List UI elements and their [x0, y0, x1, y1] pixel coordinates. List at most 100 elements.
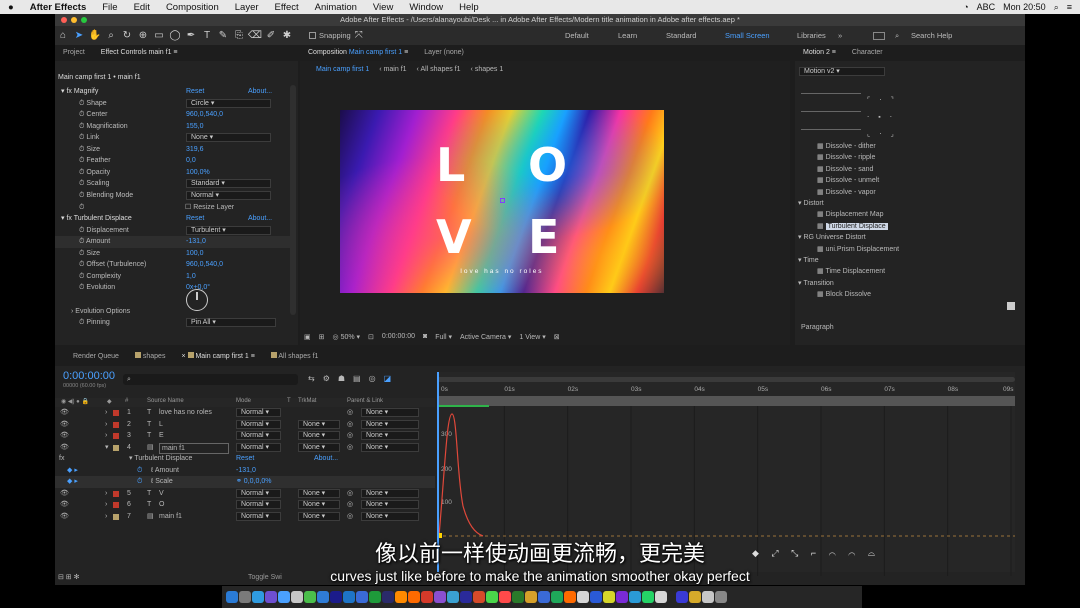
tab-render-queue[interactable]: Render Queue	[55, 349, 127, 365]
graph-editor-icon[interactable]: ◪	[384, 374, 392, 383]
dock-app-icon[interactable]	[525, 591, 537, 603]
layer-row[interactable]: 👁 › 5 T V Normal ▾ None ▾ ◎ None ▾	[55, 488, 435, 500]
minimize-button[interactable]	[71, 17, 77, 23]
workspace-learn[interactable]: Learn	[618, 31, 637, 40]
keyframe-nav-icon[interactable]: ◆ ▸	[67, 476, 78, 488]
parent-dropdown[interactable]: None ▾	[361, 408, 419, 417]
evolution-dial[interactable]	[186, 289, 208, 311]
dock-app-icon[interactable]	[689, 591, 701, 603]
breadcrumb-item[interactable]: ‹ shapes 1	[471, 66, 504, 73]
property-value[interactable]: ☐ Resize Layer	[185, 202, 234, 214]
effect-property-row[interactable]: ⏱ Center 960,0,540,0	[55, 109, 293, 121]
parent-dropdown[interactable]: None ▾	[361, 419, 419, 429]
effect-property-row[interactable]: ◆ ▸ ⏱ ℓ Scale ⚭ 0,0,0,0%	[55, 476, 435, 488]
breadcrumb-item[interactable]: ‹ main f1	[379, 66, 406, 73]
visibility-eye-icon[interactable]: 👁	[60, 430, 69, 442]
parent-dropdown[interactable]: None ▾	[361, 511, 419, 521]
paragraph-tab[interactable]: Paragraph	[801, 324, 834, 331]
property-value[interactable]: 0,0	[186, 155, 196, 167]
dock-app-icon[interactable]	[577, 591, 589, 603]
slider[interactable]	[801, 93, 861, 94]
layer-twirl-icon[interactable]: ›	[105, 430, 107, 442]
blend-mode-dropdown[interactable]: Normal ▾	[236, 500, 281, 510]
blend-mode-dropdown[interactable]: Normal ▾	[236, 442, 281, 452]
effect-property-row[interactable]: ⏱ Pinning Pin All ▾	[55, 317, 293, 329]
effect-property-row[interactable]: ⏱ Size 100,0	[55, 248, 293, 260]
app-name-menu[interactable]: After Effects	[22, 2, 95, 13]
layer-row[interactable]: 👁 ▾ 4 ▤ main f1 Normal ▾ None ▾ ◎ None ▾	[55, 442, 435, 454]
layer-name[interactable]: E	[159, 430, 164, 442]
effect-property-row[interactable]: ⏱ Magnification 155,0	[55, 121, 293, 133]
effect-group-row[interactable]: ▾ fx Turbulent Displace Reset About...	[55, 213, 293, 225]
dock-app-icon[interactable]	[551, 591, 563, 603]
property-dropdown[interactable]: Turbulent ▾	[186, 225, 271, 235]
view-layout-select[interactable]: 1 View ▾	[519, 333, 545, 341]
about-link[interactable]: About...	[248, 213, 272, 225]
comp-flowchart-icon[interactable]: ⇆	[308, 374, 315, 383]
layer-name[interactable]: main f1	[159, 442, 229, 454]
effect-property-row[interactable]: ⏱ Shape Circle ▾	[55, 98, 293, 110]
parent-dropdown[interactable]: None ▾	[361, 500, 419, 510]
snapping-checkbox[interactable]	[309, 32, 316, 39]
tab-layer[interactable]: Layer (none)	[416, 45, 472, 61]
dock-app-icon[interactable]	[655, 591, 667, 603]
menu-composition[interactable]: Composition	[158, 2, 227, 13]
dock-app-icon[interactable]	[447, 591, 459, 603]
apple-icon[interactable]: ●	[0, 2, 22, 13]
effect-property-row[interactable]: ◆ ▸ ⏱ ℓ Amount -131,0	[55, 465, 435, 477]
dock-app-icon[interactable]	[473, 591, 485, 603]
visibility-eye-icon[interactable]: 👁	[60, 419, 69, 431]
label-color-swatch[interactable]	[113, 444, 119, 451]
effect-property-row[interactable]: ⏱ Scaling Standard ▾	[55, 178, 293, 190]
effect-reset-link[interactable]: Reset	[236, 453, 254, 465]
parent-dropdown[interactable]: None ▾	[361, 431, 419, 441]
dock-app-icon[interactable]	[278, 591, 290, 603]
label-color-swatch[interactable]	[113, 410, 119, 416]
zoom-tool-icon[interactable]: ⌕	[103, 28, 119, 44]
stopwatch-icon[interactable]: ⏱	[137, 476, 142, 488]
dock-app-icon[interactable]	[499, 591, 511, 603]
property-value[interactable]: Reset	[186, 86, 204, 98]
input-source[interactable]: ABC	[977, 2, 996, 12]
effect-property-row[interactable]: ⏱ Size 319,6	[55, 144, 293, 156]
parent-pickwhip-icon[interactable]: ◎	[347, 442, 353, 454]
dock-app-icon[interactable]	[702, 591, 714, 603]
effect-property-row[interactable]: ⏱ Evolution 0x+0,0°	[55, 282, 293, 294]
property-value[interactable]: Reset	[186, 213, 204, 225]
workspace-libraries[interactable]: Libraries	[797, 31, 826, 40]
dock-app-icon[interactable]	[343, 591, 355, 603]
visibility-eye-icon[interactable]: 👁	[60, 442, 69, 454]
layer-row[interactable]: 👁 › 1 Tlove has no roles Normal ▾ ◎ None ▾	[55, 407, 435, 419]
clock[interactable]: Mon 20:50	[1003, 2, 1046, 12]
dock-app-icon[interactable]	[304, 591, 316, 603]
dock-app-icon[interactable]	[382, 591, 394, 603]
track-matte-dropdown[interactable]: None ▾	[298, 419, 340, 429]
property-value[interactable]: -131,0	[186, 236, 206, 248]
window-menu-icon[interactable]	[873, 31, 885, 40]
track-matte-dropdown[interactable]: None ▾	[298, 431, 340, 441]
label-color-swatch[interactable]	[113, 502, 119, 509]
preset-select[interactable]: Motion v2 ▾	[799, 67, 885, 76]
fx-icon[interactable]: fx	[59, 453, 64, 465]
snap-options-icon[interactable]: ⤧	[351, 28, 367, 44]
effect-property-row[interactable]: ⏱ ☐ Resize Layer	[55, 202, 293, 214]
label-color-swatch[interactable]	[113, 433, 119, 440]
effect-controls-scrollbar[interactable]	[290, 85, 296, 315]
effect-property-row[interactable]: ⏱ Feather 0,0	[55, 155, 293, 167]
effect-preset-item[interactable]: ▦ Time Displacement	[795, 266, 1017, 278]
resolution-select[interactable]: Full ▾	[435, 333, 452, 341]
layer-twirl-icon[interactable]: ▾	[105, 442, 109, 454]
property-dropdown[interactable]: None ▾	[186, 133, 271, 143]
effect-category[interactable]: ▾ Transition	[795, 278, 1017, 290]
tab-project[interactable]: Project	[55, 45, 93, 61]
parent-pickwhip-icon[interactable]: ◎	[347, 430, 353, 442]
dock-app-icon[interactable]	[460, 591, 472, 603]
zoom-select[interactable]: ◎ 50% ▾	[333, 333, 361, 341]
roto-brush-icon[interactable]: ✐	[263, 28, 279, 44]
tab-main-camp[interactable]: × Main camp first 1 ≡	[173, 349, 262, 365]
track-matte-dropdown[interactable]: None ▾	[298, 511, 340, 521]
visibility-eye-icon[interactable]: 👁	[60, 488, 69, 500]
effect-preset-item[interactable]: ▦ Block Dissolve	[795, 289, 1017, 301]
layer-row[interactable]: 👁 › 7 ▤ main f1 Normal ▾ None ▾ ◎ None ▾	[55, 511, 435, 523]
slider[interactable]	[801, 129, 861, 130]
